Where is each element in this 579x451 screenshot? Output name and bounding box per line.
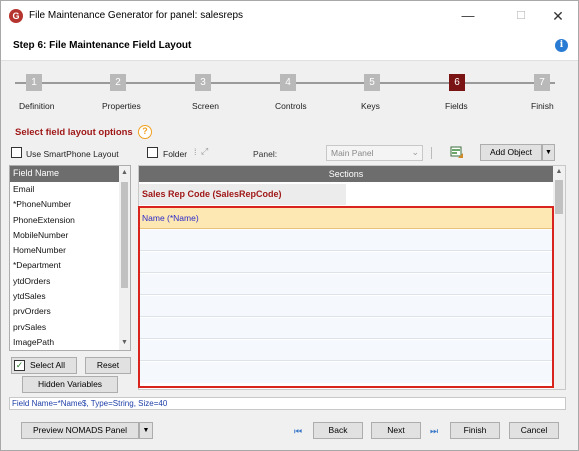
field-list-header: Field Name bbox=[10, 166, 120, 182]
layout-row[interactable] bbox=[140, 340, 552, 361]
field-status-bar: Field Name=*Name$, Type=String, Size=40 bbox=[9, 397, 566, 410]
finish-button[interactable]: Finish bbox=[450, 422, 500, 439]
scroll-thumb[interactable] bbox=[121, 182, 128, 288]
toolbar-separator bbox=[431, 147, 432, 159]
select-all-checkbox[interactable]: ✓ bbox=[14, 360, 25, 371]
field-item[interactable]: ytdSales bbox=[10, 289, 120, 304]
scroll-up-icon[interactable]: ▲ bbox=[553, 168, 565, 175]
step-title: Step 6: File Maintenance Field Layout bbox=[13, 40, 192, 51]
field-item[interactable]: ImagePath bbox=[10, 335, 120, 350]
help-icon[interactable]: ? bbox=[138, 125, 152, 139]
smartphone-checkbox[interactable] bbox=[11, 147, 22, 158]
layout-options-title: Select field layout options bbox=[15, 127, 133, 138]
scroll-down-icon[interactable]: ▼ bbox=[119, 337, 130, 349]
reset-button[interactable]: Reset bbox=[85, 357, 131, 374]
step-7-box[interactable]: 7 bbox=[534, 74, 550, 91]
sections-header: Sections bbox=[139, 166, 553, 182]
scroll-thumb[interactable] bbox=[555, 180, 563, 214]
field-item[interactable]: *Department bbox=[10, 258, 120, 273]
close-button[interactable]: ✕ bbox=[538, 5, 578, 27]
last-icon: ⏭ bbox=[430, 426, 439, 436]
field-item[interactable]: HomeNumber bbox=[10, 243, 120, 258]
panel-label: Panel: bbox=[253, 149, 278, 159]
field-items: Email *PhoneNumber PhoneExtension Mobile… bbox=[10, 182, 120, 350]
step-7-label: Finish bbox=[531, 101, 554, 111]
panel-select[interactable]: Main Panel ⌄ bbox=[326, 145, 423, 161]
wizard-steps: 1 Definition 2 Properties 3 Screen 4 Con… bbox=[1, 61, 578, 121]
sections-scrollbar[interactable]: ▲ bbox=[553, 166, 565, 389]
step-3-box[interactable]: 3 bbox=[195, 74, 211, 91]
step-1-label: Definition bbox=[19, 101, 55, 111]
field-list: Field Name Email *PhoneNumber PhoneExten… bbox=[9, 165, 131, 351]
wizard-header: Step 6: File Maintenance Field Layout i bbox=[1, 31, 578, 61]
layout-row[interactable] bbox=[140, 274, 552, 295]
add-object-button[interactable]: Add Object bbox=[480, 144, 542, 161]
file-maintenance-window: G File Maintenance Generator for panel: … bbox=[0, 0, 579, 451]
panel-select-value: Main Panel bbox=[331, 148, 374, 158]
layout-row[interactable] bbox=[140, 296, 552, 317]
separator-icon: ⁞ bbox=[194, 147, 197, 157]
layout-row[interactable] bbox=[140, 252, 552, 273]
step-1-box[interactable]: 1 bbox=[26, 74, 42, 91]
layout-field-name: Name (*Name) bbox=[142, 213, 199, 223]
field-item[interactable]: MobileNumber bbox=[10, 228, 120, 243]
folder-label: Folder bbox=[163, 149, 188, 159]
step-2-box[interactable]: 2 bbox=[110, 74, 126, 91]
scroll-up-icon[interactable]: ▲ bbox=[119, 167, 130, 179]
field-layout-grid: Name (*Name) bbox=[138, 206, 554, 388]
preview-dropdown[interactable]: ▼ bbox=[139, 422, 153, 439]
step-4-box[interactable]: 4 bbox=[280, 74, 296, 91]
step-2-label: Properties bbox=[102, 101, 141, 111]
first-icon: ⏮ bbox=[294, 426, 303, 436]
select-all-label: Select All bbox=[30, 360, 65, 370]
step-3-label: Screen bbox=[192, 101, 219, 111]
minimize-button[interactable]: — bbox=[448, 5, 488, 27]
maximize-button[interactable]: ☐ bbox=[501, 5, 541, 27]
add-object-dropdown[interactable]: ▼ bbox=[542, 144, 555, 161]
layout-row-selected[interactable]: Name (*Name) bbox=[140, 208, 552, 229]
field-list-scrollbar[interactable]: ▲ ▼ bbox=[119, 166, 130, 350]
expand-icon[interactable]: ⤢ bbox=[201, 146, 208, 157]
window-title: File Maintenance Generator for panel: sa… bbox=[29, 10, 244, 21]
step-6-label: Fields bbox=[445, 101, 468, 111]
field-item[interactable]: PhoneExtension bbox=[10, 213, 120, 228]
field-item[interactable]: prvOrders bbox=[10, 304, 120, 319]
layout-tool-icon[interactable] bbox=[450, 145, 464, 159]
field-item[interactable]: *PhoneNumber bbox=[10, 197, 120, 212]
info-icon[interactable]: i bbox=[555, 39, 568, 52]
smartphone-label: Use SmartPhone Layout bbox=[26, 149, 119, 159]
field-item[interactable]: ytdOrders bbox=[10, 274, 120, 289]
step-5-label: Keys bbox=[361, 101, 380, 111]
step-5-box[interactable]: 5 bbox=[364, 74, 380, 91]
next-button[interactable]: Next bbox=[371, 422, 421, 439]
cancel-button[interactable]: Cancel bbox=[509, 422, 559, 439]
layout-row[interactable] bbox=[140, 230, 552, 251]
preview-button[interactable]: Preview NOMADS Panel bbox=[21, 422, 139, 439]
field-item[interactable]: prvSales bbox=[10, 320, 120, 335]
step-6-box[interactable]: 6 bbox=[449, 74, 465, 91]
hidden-variables-button[interactable]: Hidden Variables bbox=[22, 376, 118, 393]
back-button[interactable]: Back bbox=[313, 422, 363, 439]
field-item[interactable]: Email bbox=[10, 182, 120, 197]
section-empty-cell bbox=[346, 184, 553, 205]
section-name[interactable]: Sales Rep Code (SalesRepCode) bbox=[139, 184, 346, 205]
folder-checkbox[interactable] bbox=[147, 147, 158, 158]
chevron-down-icon: ⌄ bbox=[411, 147, 419, 157]
app-icon: G bbox=[9, 9, 23, 23]
title-bar: G File Maintenance Generator for panel: … bbox=[1, 1, 578, 31]
layout-row[interactable] bbox=[140, 362, 552, 383]
layout-row[interactable] bbox=[140, 318, 552, 339]
step-4-label: Controls bbox=[275, 101, 307, 111]
